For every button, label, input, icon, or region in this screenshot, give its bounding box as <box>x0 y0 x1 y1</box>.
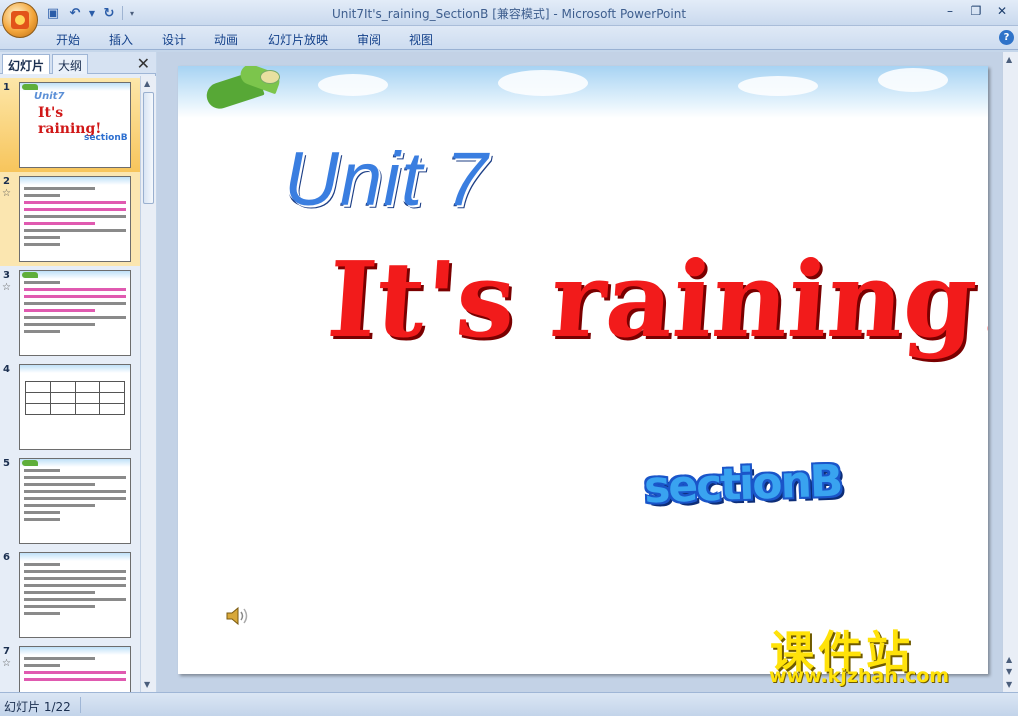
slide-number: 4 <box>3 364 10 375</box>
sky-banner <box>178 66 988 118</box>
thumbnail-slide-3[interactable]: 3 ☆ <box>0 266 140 360</box>
tab-animation[interactable]: 动画 <box>214 31 238 48</box>
slide-thumbnail[interactable] <box>19 458 131 544</box>
slide-number: 5 <box>3 458 10 469</box>
thumbnail-slide-5[interactable]: 5 <box>0 454 140 548</box>
pane-scrollbar[interactable]: ▲ ▼ <box>140 76 156 692</box>
slide-number: 1 <box>3 82 10 93</box>
tab-view[interactable]: 视图 <box>409 31 433 48</box>
thumb-text-lines <box>24 657 126 692</box>
window-controls: – ❐ ✕ <box>938 2 1014 20</box>
tab-review[interactable]: 审阅 <box>357 31 381 48</box>
thumbnail-slide-6[interactable]: 6 <box>0 548 140 642</box>
slides-pane: 幻灯片 大纲 ✕ 1 Unit7 It's raining! sectionB … <box>0 52 156 692</box>
slide-thumbnail[interactable]: Unit7 It's raining! sectionB <box>19 82 131 168</box>
pane-tab-outline[interactable]: 大纲 <box>52 54 89 74</box>
thumb-section-text: sectionB <box>84 133 128 143</box>
pane-tabs: 幻灯片 大纲 ✕ <box>0 52 156 74</box>
thumb-sky <box>20 177 130 185</box>
animation-star-icon: ☆ <box>2 658 11 669</box>
leaf-icon <box>22 272 38 278</box>
window-title: Unit7It's_raining_SectionB [兼容模式] - Micr… <box>331 7 687 21</box>
slide-editing-area: Unit 7 It's raining! sectionB <box>157 52 1002 692</box>
thumb-text-lines <box>24 187 126 259</box>
close-window-icon[interactable]: ✕ <box>990 2 1014 20</box>
tab-slideshow[interactable]: 幻灯片放映 <box>268 31 328 48</box>
thumbnail-slide-4[interactable]: 4 <box>0 360 140 454</box>
watermark-url: www.kjzhan.com <box>769 665 950 687</box>
slide-thumbnail[interactable] <box>19 176 131 262</box>
slide-thumbnail[interactable] <box>19 646 131 692</box>
slide-number: 7 <box>3 646 10 657</box>
next-slide-icon[interactable]: ▼ <box>1006 667 1012 676</box>
slide-counter: 幻灯片 1/22 <box>4 700 71 714</box>
tab-insert[interactable]: 插入 <box>109 31 133 48</box>
slide-number: 6 <box>3 552 10 563</box>
slide-title[interactable]: It's raining! <box>324 238 988 361</box>
thumbnail-slide-7[interactable]: 7 ☆ <box>0 642 140 692</box>
scroll-up-icon[interactable]: ▲ <box>1006 55 1012 64</box>
ribbon-tabs: 开始 插入 设计 动画 幻灯片放映 审阅 视图 ? <box>0 26 1018 50</box>
section-label[interactable]: sectionB <box>643 456 842 514</box>
tab-home[interactable]: 开始 <box>56 31 80 48</box>
slide-thumbnail[interactable] <box>19 364 131 450</box>
snail-decoration <box>260 70 280 84</box>
slide-number: 2 <box>3 176 10 187</box>
slide-thumbnail[interactable] <box>19 552 131 638</box>
thumb-sky <box>20 647 130 655</box>
office-button[interactable] <box>2 2 38 38</box>
previous-slide-icon[interactable]: ▲ <box>1006 655 1012 664</box>
thumbnail-slide-1[interactable]: 1 Unit7 It's raining! sectionB <box>0 78 140 172</box>
help-icon[interactable]: ? <box>999 30 1014 45</box>
animation-star-icon: ☆ <box>2 282 11 293</box>
pane-tab-slides[interactable]: 幻灯片 <box>2 54 51 74</box>
minimize-icon[interactable]: – <box>938 2 962 20</box>
status-separator <box>80 697 81 713</box>
current-slide[interactable]: Unit 7 It's raining! sectionB <box>178 66 988 674</box>
slide-scrollbar[interactable]: ▲ ▲ ▼ ▼ <box>1002 52 1018 692</box>
scroll-thumb[interactable] <box>143 92 154 204</box>
scroll-down-icon[interactable]: ▼ <box>144 680 150 689</box>
animation-star-icon: ☆ <box>2 188 11 199</box>
leaf-icon <box>22 460 38 466</box>
thumbnail-list: 1 Unit7 It's raining! sectionB 2 ☆ 3 ☆ 4… <box>0 76 140 692</box>
unit-heading[interactable]: Unit 7 <box>284 136 489 223</box>
leaf-icon <box>22 84 38 90</box>
thumb-text-lines <box>24 563 126 635</box>
status-bar: 幻灯片 1/22 <box>0 692 1018 716</box>
thumb-sky <box>20 553 130 561</box>
scroll-down-icon[interactable]: ▼ <box>1006 680 1012 689</box>
slide-thumbnail[interactable] <box>19 270 131 356</box>
maximize-icon[interactable]: ❐ <box>964 2 988 20</box>
thumb-sky <box>20 365 130 373</box>
scroll-up-icon[interactable]: ▲ <box>144 79 150 88</box>
slide-number: 3 <box>3 270 10 281</box>
title-bar: ▣ ↶ ▼ ↻ ▾ Unit7It's_raining_SectionB [兼容… <box>0 0 1018 26</box>
thumb-text-lines <box>24 469 126 541</box>
thumb-unit-text: Unit7 <box>34 91 65 102</box>
thumbnail-slide-2[interactable]: 2 ☆ <box>0 172 140 266</box>
close-icon[interactable]: ✕ <box>137 54 150 73</box>
office-logo-icon <box>11 11 29 29</box>
thumb-text-lines <box>24 281 126 353</box>
speaker-icon[interactable] <box>224 604 250 628</box>
thumb-table <box>25 381 125 415</box>
tab-design[interactable]: 设计 <box>162 31 186 48</box>
